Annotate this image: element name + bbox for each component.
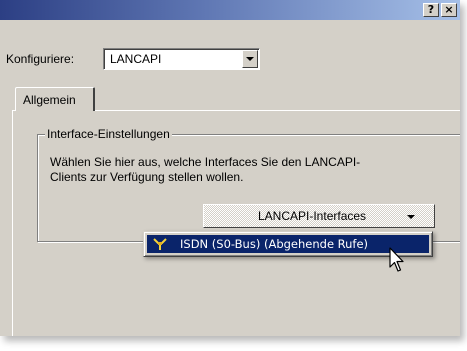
interface-settings-title: Interface-Einstellungen <box>45 127 172 141</box>
configure-combobox-value: LANCAPI <box>110 52 162 66</box>
lancapi-interfaces-label: LANCAPI-Interfaces <box>258 209 367 223</box>
mouse-pointer-icon <box>389 247 404 272</box>
configuration-dialog: ? × Konfiguriere: LANCAPI Allgemein Inte… <box>0 0 460 336</box>
configure-combobox[interactable]: LANCAPI <box>103 48 260 70</box>
combobox-dropdown-button[interactable] <box>242 50 258 68</box>
chevron-down-icon <box>407 215 415 219</box>
title-bar[interactable]: ? × <box>0 0 460 20</box>
chevron-down-icon <box>246 57 254 61</box>
menu-item-isdn-label: ISDN (S0-Bus) (Abgehende Rufe) <box>180 237 369 251</box>
configure-label: Konfiguriere: <box>6 52 75 66</box>
isdn-plug-icon <box>153 238 167 250</box>
help-button[interactable]: ? <box>423 3 439 17</box>
interface-settings-description: Wählen Sie hier aus, welche Interfaces S… <box>50 155 361 184</box>
tab-allgemein[interactable]: Allgemein <box>15 87 95 111</box>
lancapi-interfaces-button[interactable]: LANCAPI-Interfaces <box>203 204 435 228</box>
close-button[interactable]: × <box>441 3 457 17</box>
tab-allgemein-label: Allgemein <box>23 93 76 107</box>
menu-item-isdn[interactable]: ISDN (S0-Bus) (Abgehende Rufe) <box>147 235 429 253</box>
